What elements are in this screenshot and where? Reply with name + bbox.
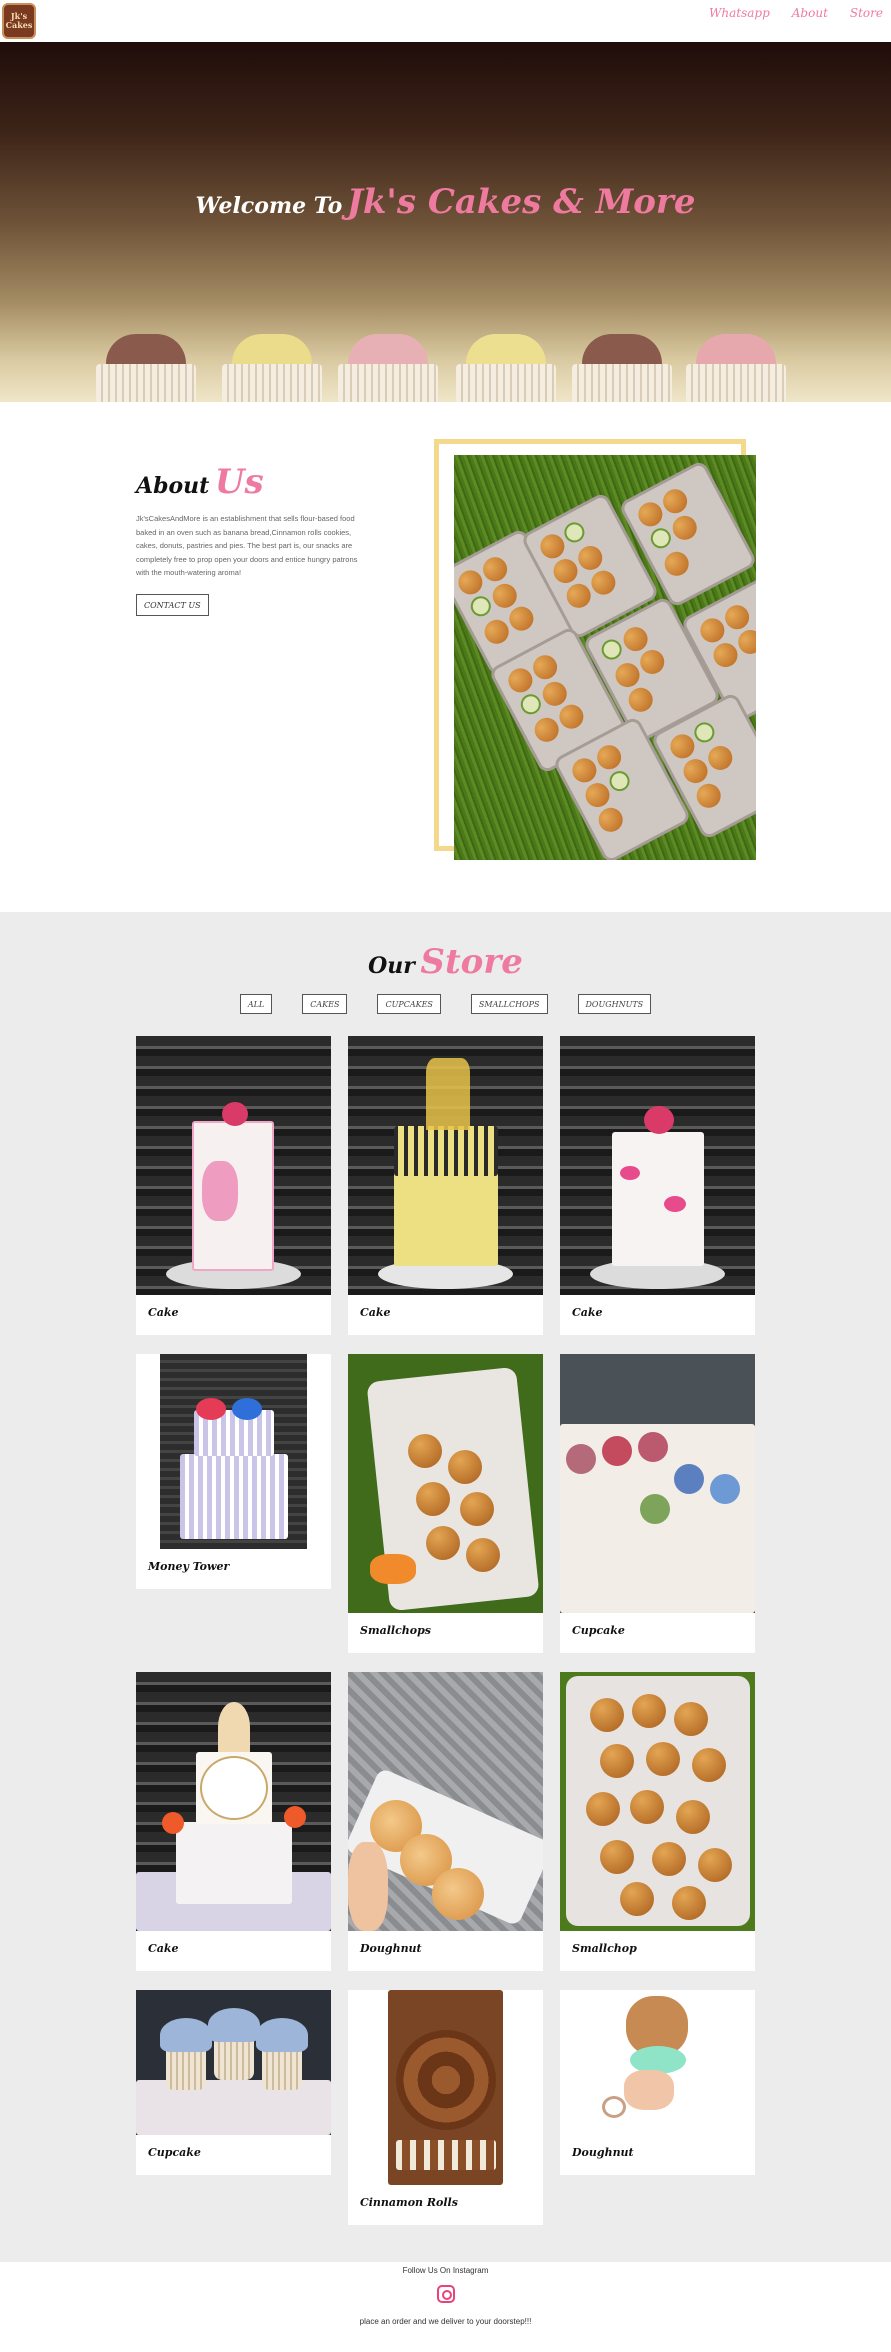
hero-brand: Jk's Cakes & More	[346, 182, 696, 222]
product-image	[136, 1354, 331, 1549]
cupcake-image	[218, 334, 326, 402]
product-card[interactable]: Cinnamon Rolls	[348, 1990, 543, 2225]
brand-logo[interactable]: Jk's Cakes	[2, 3, 36, 39]
product-image	[560, 1354, 755, 1613]
product-card[interactable]: Smallchops	[348, 1354, 543, 1653]
product-image	[560, 1672, 755, 1931]
product-image	[348, 1672, 543, 1931]
product-label: Smallchops	[360, 1624, 431, 1637]
filter-smallchops-button[interactable]: SMALLCHOPS	[470, 994, 548, 1014]
filter-cupcakes-button[interactable]: CUPCAKES	[377, 994, 441, 1014]
product-label: Cake	[360, 1306, 391, 1319]
product-image	[136, 1990, 331, 2135]
follow-text: Follow Us On Instagram	[402, 2266, 489, 2275]
about-description: Jk'sCakesAndMore is an establishment tha…	[136, 514, 358, 577]
top-nav: Jk's Cakes Whatsapp About Store	[0, 0, 891, 42]
product-image	[348, 1990, 543, 2185]
store-heading: Our Store	[0, 942, 891, 982]
contact-us-button[interactable]: CONTACT US	[136, 594, 209, 616]
hero-welcome: Welcome To	[195, 193, 343, 219]
product-card[interactable]: Doughnut	[560, 1990, 755, 2175]
store-filters: ALL CAKES CUPCAKES SMALLCHOPS DOUGHNUTS	[0, 994, 891, 1014]
product-image	[560, 1990, 755, 2135]
smallchops-trays-photo	[454, 455, 756, 860]
product-label: Cupcake	[148, 2146, 201, 2159]
store-section: Our Store ALL CAKES CUPCAKES SMALLCHOPS …	[0, 912, 891, 2262]
instagram-icon[interactable]	[436, 2285, 455, 2303]
product-card[interactable]: Smallchop	[560, 1672, 755, 1971]
store-heading-accent: Store	[420, 942, 523, 982]
nav-link-store[interactable]: Store	[850, 6, 883, 20]
nav-links: Whatsapp About Store	[709, 6, 883, 20]
filter-cakes-button[interactable]: CAKES	[302, 994, 348, 1014]
product-image	[348, 1354, 543, 1613]
product-card[interactable]: Doughnut	[348, 1672, 543, 1971]
product-image	[348, 1036, 543, 1295]
product-card[interactable]: Cake	[348, 1036, 543, 1335]
store-heading-prefix: Our	[368, 953, 415, 979]
product-label: Cake	[572, 1306, 603, 1319]
product-label: Cinnamon Rolls	[360, 2196, 458, 2209]
about-heading-accent: Us	[214, 462, 264, 502]
nav-link-about[interactable]: About	[792, 6, 828, 20]
about-section: About Us Jk'sCakesAndMore is an establis…	[0, 402, 891, 912]
product-label: Money Tower	[148, 1560, 230, 1573]
delivery-text: place an order and we deliver to your do…	[359, 2317, 532, 2326]
hero-banner: Welcome To Jk's Cakes & More	[0, 42, 891, 402]
nav-link-whatsapp[interactable]: Whatsapp	[709, 6, 770, 20]
logo-text: Jk's Cakes	[5, 11, 33, 30]
product-label: Cupcake	[572, 1624, 625, 1637]
product-image	[136, 1672, 331, 1931]
hero-title: Welcome To Jk's Cakes & More	[0, 182, 891, 222]
filter-all-button[interactable]: ALL	[239, 994, 273, 1014]
product-label: Doughnut	[572, 2146, 634, 2159]
about-heading: About Us	[136, 462, 264, 502]
product-card[interactable]: Cupcake	[560, 1354, 755, 1653]
cupcake-image	[334, 334, 442, 402]
product-card[interactable]: Cake	[560, 1036, 755, 1335]
cupcake-image	[568, 334, 676, 402]
page-footer: Follow Us On Instagram place an order an…	[0, 2262, 891, 2352]
filter-doughnuts-button[interactable]: DOUGHNUTS	[577, 994, 652, 1014]
product-card[interactable]: Cake	[136, 1672, 331, 1971]
about-heading-prefix: About	[136, 473, 210, 499]
product-label: Cake	[148, 1942, 179, 1955]
cupcake-image	[452, 334, 560, 402]
cupcake-image	[682, 334, 790, 402]
cupcake-image	[92, 334, 200, 402]
product-card[interactable]: Cake	[136, 1036, 331, 1335]
product-image	[136, 1036, 331, 1295]
product-card[interactable]: Cupcake	[136, 1990, 331, 2175]
product-label: Doughnut	[360, 1942, 422, 1955]
product-image	[560, 1036, 755, 1295]
product-card[interactable]: Money Tower	[136, 1354, 331, 1589]
product-label: Smallchop	[572, 1942, 637, 1955]
product-label: Cake	[148, 1306, 179, 1319]
